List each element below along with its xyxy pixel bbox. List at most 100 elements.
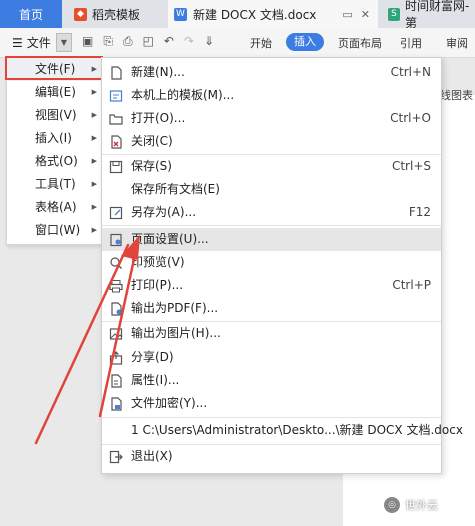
menu-label: 分享(D): [131, 350, 174, 364]
encrypt-icon: [111, 397, 122, 411]
tab-finance-label: 时间财富网-第: [404, 0, 470, 30]
menu-item-format[interactable]: 格式(O) ▶: [7, 150, 105, 173]
share-icon: [109, 351, 123, 365]
monitor-icon[interactable]: ▭: [342, 8, 352, 21]
print-quick-icon[interactable]: ⎙: [123, 34, 133, 49]
file-dropdown-menu: 新建(N)... Ctrl+N 本机上的模板(M)... 打开(O)... Ct…: [101, 57, 463, 474]
watermark-logo-icon: ◎: [384, 497, 400, 513]
menu-item-insert[interactable]: 插入(I) ▶: [7, 127, 105, 150]
submenu-arrow-icon: ▶: [91, 180, 97, 188]
hamburger-icon: ☰: [12, 35, 23, 50]
menu-label: 属性(I)...: [131, 373, 180, 387]
tab-template-label: 稻壳模板: [92, 7, 141, 22]
menu-shortcut: Ctrl+S: [391, 159, 431, 173]
tab-close-icon[interactable]: ✕: [361, 8, 370, 21]
menu-shortcut: Ctrl+N: [390, 65, 431, 79]
menu-item-view[interactable]: 视图(V) ▶: [7, 104, 105, 127]
menu-item-label: 工具(T): [35, 177, 76, 191]
file-menu-recent-file[interactable]: 1 C:\Users\Administrator\Deskto...\新建 DO…: [102, 419, 463, 442]
file-menu-properties[interactable]: 属性(I)...: [102, 369, 441, 392]
word-doc-icon: W: [174, 7, 187, 21]
file-menu-print[interactable]: 打印(P)... Ctrl+P: [102, 274, 441, 297]
submenu-arrow-icon: ▶: [91, 88, 97, 96]
ribbon-tab-layout[interactable]: 页面布局: [338, 35, 382, 51]
menu-label: 印预览(V): [131, 255, 185, 269]
submenu-arrow-icon: ▶: [91, 226, 97, 234]
new-doc-icon: [111, 66, 122, 80]
menu-separator: [102, 417, 441, 418]
file-menu-new[interactable]: 新建(N)... Ctrl+N: [102, 61, 441, 84]
file-highlight-box: [5, 56, 103, 80]
tab-home[interactable]: 首页: [0, 0, 62, 28]
preview-quick-icon[interactable]: ◰: [143, 34, 154, 49]
file-menu-button[interactable]: ☰ 文件: [12, 34, 51, 51]
ribbon-tab-review[interactable]: 审阅: [446, 35, 468, 51]
menu-label: 本机上的模板(M)...: [131, 88, 235, 102]
save-icon: [109, 160, 123, 174]
submenu-arrow-icon: ▶: [91, 157, 97, 165]
quick-access-icons: ▣ ⎘ ⎙ ◰ ↶ ↷ ⇓: [82, 34, 214, 49]
file-menu-print-preview[interactable]: 印预览(V): [102, 251, 441, 274]
submenu-arrow-icon: ▶: [91, 134, 97, 142]
file-menu-label: 文件: [26, 36, 51, 50]
menu-label: 打印(P)...: [131, 278, 184, 292]
menu-shortcut: F12: [408, 205, 431, 219]
file-menu-export-pdf[interactable]: 输出为PDF(F)...: [102, 297, 441, 320]
file-menu-export-image[interactable]: 输出为图片(H)...: [102, 322, 441, 345]
save-quick-icon[interactable]: ▣: [82, 34, 93, 49]
export-pdf-icon: [111, 302, 122, 316]
open-folder-icon: [109, 114, 123, 125]
menu-item-table[interactable]: 表格(A) ▶: [7, 196, 105, 219]
menu-item-window[interactable]: 窗口(W) ▶: [7, 219, 105, 242]
export-image-icon: [109, 328, 123, 340]
file-dropdown-toggle[interactable]: ▼: [56, 33, 72, 52]
ribbon-snippet: 线图表: [440, 89, 473, 102]
toolbar: ☰ 文件 ▼ ▣ ⎘ ⎙ ◰ ↶ ↷ ⇓ 开始 插入 页面布局 引用 审阅: [0, 28, 475, 58]
exit-icon: [109, 450, 123, 464]
file-menu-page-setup[interactable]: 页面设置(U)...: [102, 228, 441, 251]
watermark-text: 世外云: [405, 499, 438, 512]
properties-icon: [111, 374, 122, 388]
menu-label: 打开(O)...: [131, 111, 186, 125]
file-menu-save-all[interactable]: 保存所有文档(E): [102, 178, 441, 201]
redo-icon[interactable]: ↷: [184, 34, 194, 49]
ribbon-tab-reference[interactable]: 引用: [400, 35, 422, 51]
menu-item-label: 编辑(E): [35, 85, 76, 99]
tab-template[interactable]: ◆ 稻壳模板: [64, 0, 168, 28]
template-tab-icon: ◆: [74, 7, 87, 21]
file-menu-save-as[interactable]: 另存为(A)... F12: [102, 201, 441, 224]
menu-bar-list: 文件(F) ▶ 编辑(E) ▶ 视图(V) ▶ 插入(I) ▶ 格式(O) ▶ 工具(T)…: [6, 57, 106, 245]
file-menu-local-template[interactable]: 本机上的模板(M)...: [102, 84, 441, 107]
customize-icon[interactable]: ⇓: [204, 34, 214, 49]
ribbon-tab-insert[interactable]: 插入: [286, 33, 324, 51]
menu-label: 新建(N)...: [131, 65, 185, 79]
undo-icon[interactable]: ↶: [164, 34, 174, 49]
menu-label: 输出为PDF(F)...: [131, 301, 219, 315]
menu-item-tools[interactable]: 工具(T) ▶: [7, 173, 105, 196]
menu-label: 另存为(A)...: [131, 205, 197, 219]
template-icon: [109, 90, 123, 102]
menu-item-label: 表格(A): [35, 200, 77, 214]
menu-label: 保存(S): [131, 159, 172, 173]
menu-item-label: 视图(V): [35, 108, 77, 122]
close-doc-icon: [111, 135, 122, 149]
page-setup-icon: [110, 233, 122, 247]
menu-separator: [102, 225, 441, 226]
file-menu-encrypt[interactable]: 文件加密(Y)...: [102, 392, 441, 415]
menu-label: 输出为图片(H)...: [131, 326, 221, 340]
file-menu-open[interactable]: 打开(O)... Ctrl+O: [102, 107, 441, 130]
menu-item-edit[interactable]: 编辑(E) ▶: [7, 81, 105, 104]
file-menu-save[interactable]: 保存(S) Ctrl+S: [102, 155, 441, 178]
print-icon: [109, 280, 123, 293]
file-menu-close[interactable]: 关闭(C): [102, 130, 441, 153]
file-menu-exit[interactable]: 退出(X): [102, 445, 441, 468]
menu-label: 退出(X): [131, 449, 173, 463]
menu-item-label: 插入(I): [35, 131, 72, 145]
export-quick-icon[interactable]: ⎘: [103, 34, 113, 49]
tab-document[interactable]: W 新建 DOCX 文档.docx ▭ ✕: [168, 0, 378, 28]
ribbon-tab-start[interactable]: 开始: [250, 35, 272, 51]
tab-finance[interactable]: S 时间财富网-第: [382, 0, 475, 30]
file-menu-share[interactable]: 分享(D): [102, 346, 441, 369]
menu-label: 文件加密(Y)...: [131, 396, 208, 410]
menu-label: 1 C:\Users\Administrator\Deskto...\新建 DO…: [131, 423, 463, 437]
